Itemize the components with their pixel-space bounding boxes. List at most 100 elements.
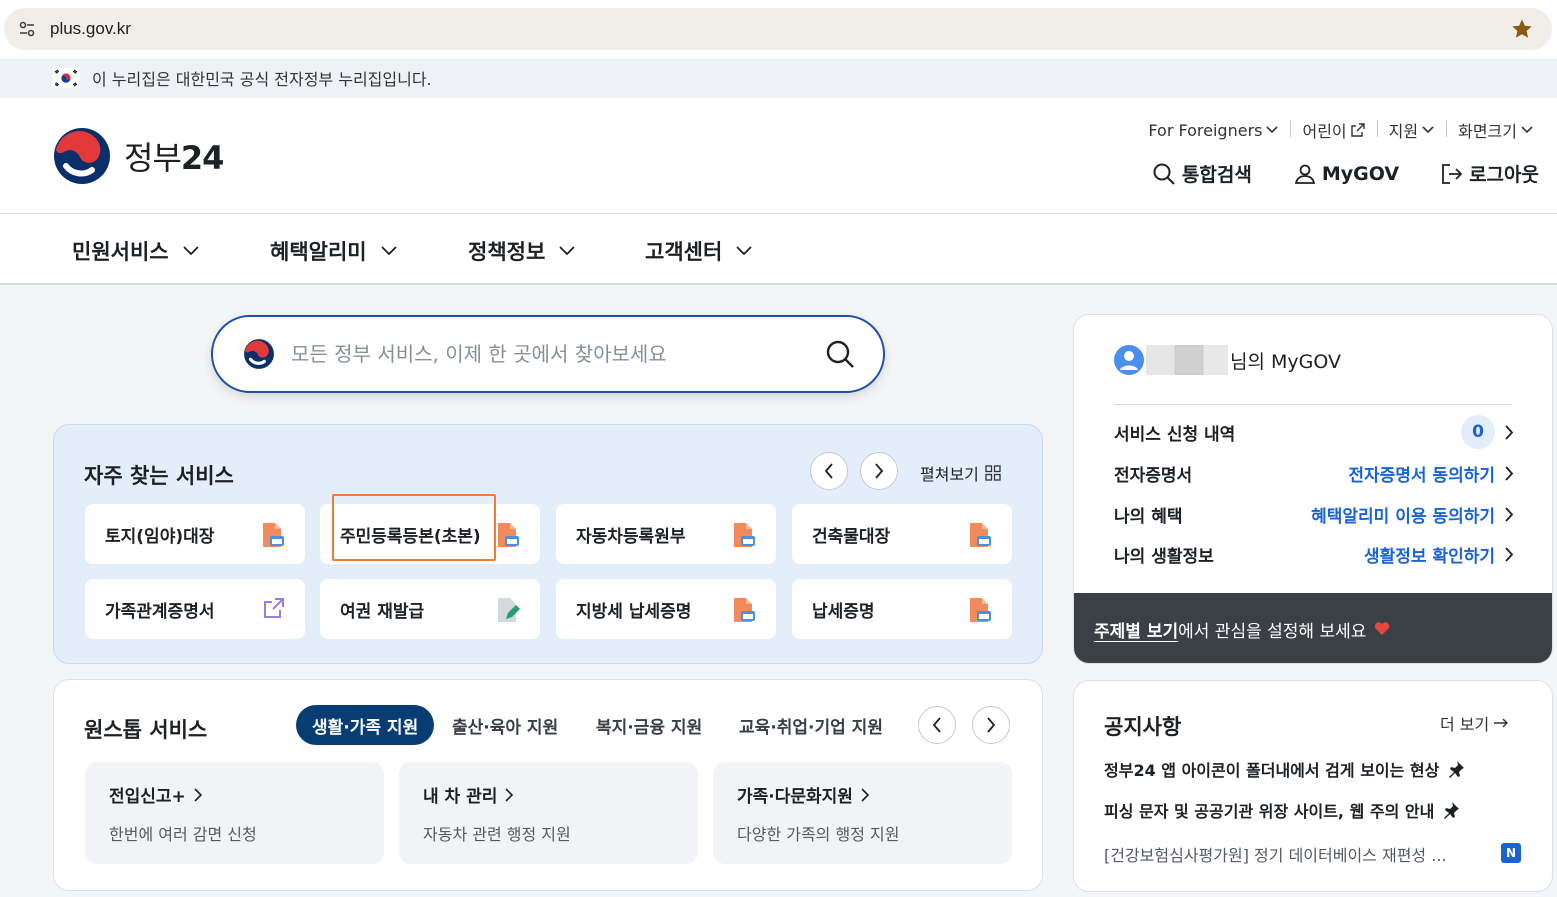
- utility-menu: For Foreigners 어린이 지원 화면크기: [1136, 118, 1545, 142]
- chevron-down-icon: [1266, 126, 1279, 134]
- site-header: 정부24 For Foreigners 어린이 지원 화면크기 통합검색 MyG…: [0, 98, 1557, 214]
- service-card[interactable]: 여권 재발급: [320, 579, 540, 639]
- gnb-benefit-alerts[interactable]: 혜택알리미: [270, 236, 397, 266]
- search-icon: [1153, 163, 1175, 185]
- chevron-left-icon: [824, 463, 833, 479]
- chevron-right-icon: [987, 717, 996, 733]
- more-link[interactable]: 더 보기: [1440, 711, 1509, 735]
- notice-item[interactable]: [건강보험심사평가원] 정기 데이터베이스 재편성 ...: [1104, 842, 1524, 866]
- section-title: 원스톱 서비스: [84, 718, 208, 742]
- prev-button[interactable]: [918, 706, 956, 744]
- pdf-icon: [261, 522, 285, 553]
- next-button[interactable]: [972, 706, 1010, 744]
- taegeuk-logo-icon: [54, 128, 110, 184]
- service-card[interactable]: 자동차등록원부: [556, 504, 776, 564]
- chevron-right-icon: [1505, 466, 1514, 481]
- logo-wordmark: 정부24: [124, 139, 224, 177]
- main-navigation: 민원서비스 혜택알리미 정책정보 고객센터: [0, 214, 1557, 285]
- chevron-down-icon: [1521, 126, 1533, 134]
- prev-button[interactable]: [810, 452, 848, 490]
- external-link-icon: [1350, 123, 1365, 137]
- korea-flag-icon: [52, 68, 80, 88]
- pdf-icon: [732, 597, 756, 628]
- chevron-down-icon: [736, 246, 752, 256]
- notice-item[interactable]: 정부24 앱 아이콘이 폴더내에서 검게 보이는 현상: [1104, 757, 1524, 781]
- section-title: 자주 찾는 서비스: [84, 464, 234, 488]
- mygov-button[interactable]: MyGOV: [1294, 163, 1399, 185]
- mygov-row-e-certificate[interactable]: 전자증명서 전자증명서 동의하기: [1114, 461, 1514, 486]
- taegeuk-logo-icon: [244, 339, 274, 369]
- service-card[interactable]: 건축물대장: [792, 504, 1012, 564]
- notice-item[interactable]: 피싱 문자 및 공공기관 위장 사이트, 웹 주의 안내: [1104, 798, 1524, 822]
- mygov-row-benefits[interactable]: 나의 혜택 혜택알리미 이용 동의하기: [1114, 502, 1514, 527]
- address-bar[interactable]: plus.gov.kr: [4, 8, 1552, 50]
- chevron-right-icon: [1505, 507, 1514, 522]
- pin-icon: [1449, 761, 1465, 778]
- chevron-down-icon: [182, 246, 199, 256]
- chevron-down-icon: [559, 246, 575, 256]
- search-input[interactable]: [291, 342, 811, 366]
- pdf-icon: [732, 522, 756, 553]
- for-foreigners-menu[interactable]: For Foreigners: [1136, 121, 1290, 140]
- screen-size-menu[interactable]: 화면크기: [1446, 118, 1545, 142]
- browser-toolbar: plus.gov.kr: [0, 0, 1557, 58]
- gnb-customer-center[interactable]: 고객센터: [645, 236, 752, 266]
- official-banner-text: 이 누리집은 대한민국 공식 전자정부 누리집입니다.: [92, 70, 432, 89]
- grid-icon: [985, 465, 1001, 481]
- service-card[interactable]: 가족관계증명서: [85, 579, 305, 639]
- new-badge: N: [1501, 843, 1521, 863]
- service-card[interactable]: 납세증명: [792, 579, 1012, 639]
- children-link[interactable]: 어린이: [1290, 118, 1376, 142]
- highlight-box: [332, 494, 496, 561]
- tab-welfare-finance[interactable]: 복지·금융 지원: [596, 705, 702, 745]
- tune-icon[interactable]: [6, 8, 48, 50]
- chevron-right-icon: [505, 787, 514, 802]
- integrated-search-button[interactable]: 통합검색: [1152, 160, 1252, 187]
- support-menu[interactable]: 지원: [1376, 118, 1446, 142]
- tab-life-family[interactable]: 생활·가족 지원: [296, 705, 435, 745]
- expand-button[interactable]: 펼쳐보기: [920, 461, 1001, 485]
- external-link-icon: [263, 597, 285, 624]
- main-search-bar: [211, 315, 885, 393]
- gnb-civil-services[interactable]: 민원서비스: [72, 236, 199, 266]
- favorite-services-panel: 자주 찾는 서비스 펼쳐보기 토지(임야)대장 주민등록등본(초본) 자동차등록…: [53, 424, 1043, 664]
- mygov-panel: 님의 MyGOV 서비스 신청 내역 0 전자증명서 전자증명서 동의하기 나의…: [1073, 314, 1553, 664]
- onestop-card[interactable]: 내 차 관리 자동차 관련 행정 지원: [399, 762, 698, 864]
- user-icon: [1294, 164, 1315, 184]
- section-title: 공지사항: [1104, 715, 1182, 739]
- pdf-icon: [496, 522, 520, 553]
- topic-view-link[interactable]: 주제별 보기: [1094, 617, 1178, 642]
- search-icon[interactable]: [825, 339, 855, 373]
- onestop-card[interactable]: 전입신고+ 한번에 여러 감면 신청: [85, 762, 384, 864]
- count-badge: 0: [1461, 415, 1495, 449]
- arrow-right-icon: [1494, 718, 1509, 728]
- onestop-card[interactable]: 가족·다문화지원 다양한 가족의 행정 지원: [713, 762, 1012, 864]
- heart-icon: [1375, 622, 1390, 635]
- pin-icon: [1444, 802, 1460, 819]
- chevron-right-icon: [194, 787, 202, 802]
- chevron-down-icon: [380, 246, 397, 256]
- chevron-right-icon: [875, 463, 884, 479]
- chevron-down-icon: [1422, 126, 1434, 134]
- mygov-user[interactable]: 님의 MyGOV: [1114, 345, 1341, 375]
- logout-icon: [1442, 163, 1463, 184]
- gov24-logo[interactable]: 정부24: [52, 126, 224, 186]
- official-site-banner: 이 누리집은 대한민국 공식 전자정부 누리집입니다.: [0, 58, 1557, 98]
- gnb-policy-info[interactable]: 정책정보: [468, 236, 575, 266]
- chevron-right-icon: [861, 787, 869, 802]
- tab-birth-childcare[interactable]: 출산·육아 지원: [452, 705, 558, 745]
- star-icon[interactable]: [1510, 17, 1534, 41]
- notice-panel: 공지사항 더 보기 정부24 앱 아이콘이 폴더내에서 검게 보이는 현상 피싱…: [1073, 680, 1553, 892]
- service-card[interactable]: 지방세 납세증명: [556, 579, 776, 639]
- chevron-right-icon: [1505, 424, 1514, 440]
- url-text[interactable]: plus.gov.kr: [50, 19, 131, 39]
- edit-icon: [496, 597, 520, 628]
- logout-button[interactable]: 로그아웃: [1441, 160, 1539, 187]
- mygov-row-life-info[interactable]: 나의 생활정보 생활정보 확인하기: [1114, 542, 1514, 567]
- tab-education-employment[interactable]: 교육·취업·기업 지원: [739, 705, 883, 745]
- chevron-right-icon: [1505, 547, 1514, 562]
- next-button[interactable]: [860, 452, 898, 490]
- mygov-row-applications[interactable]: 서비스 신청 내역 0: [1114, 415, 1514, 449]
- pdf-icon: [968, 522, 992, 553]
- service-card[interactable]: 토지(임야)대장: [85, 504, 305, 564]
